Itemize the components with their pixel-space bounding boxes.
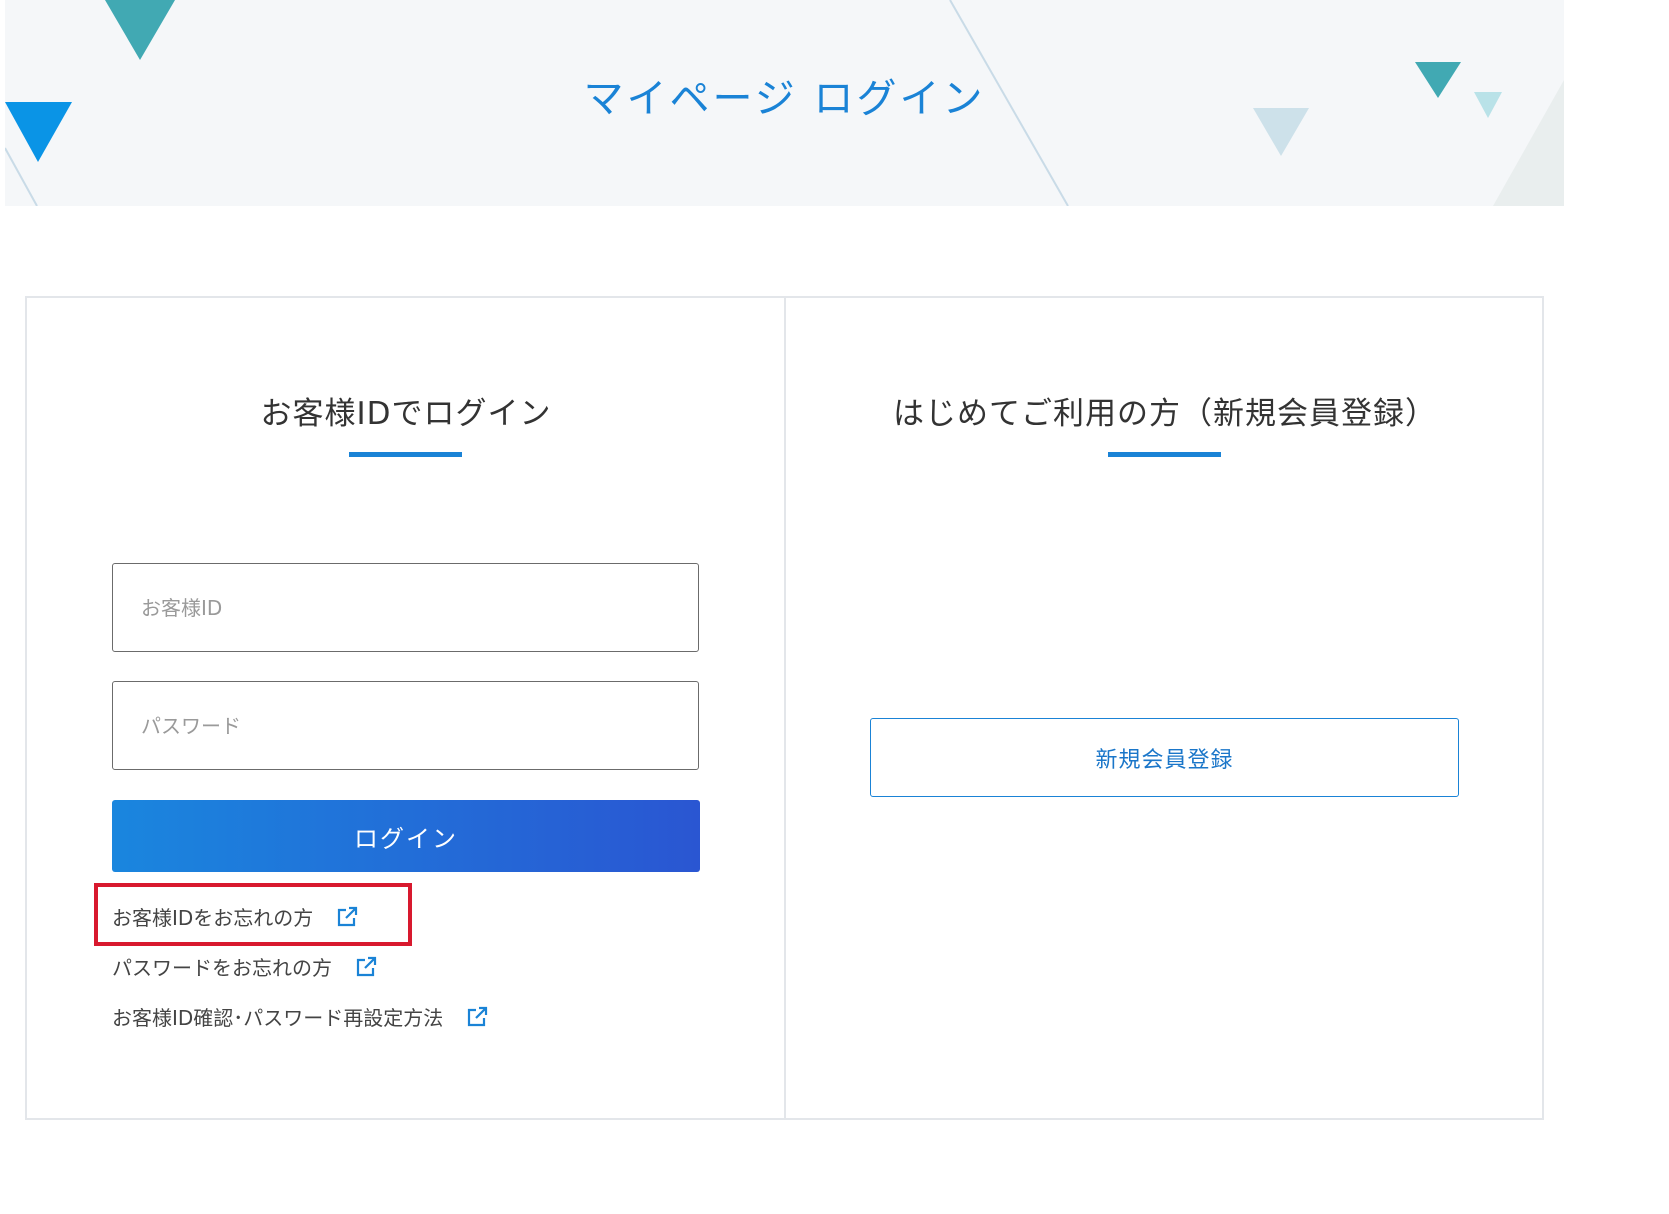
forgot-password-link[interactable]: パスワードをお忘れの方 xyxy=(112,952,378,981)
page-title: マイページ ログイン xyxy=(583,76,986,122)
highlight-box xyxy=(94,883,412,946)
reset-guide-link[interactable]: お客様ID確認･パスワード再設定方法 xyxy=(112,1002,489,1031)
reset-guide-label: お客様ID確認･パスワード再設定方法 xyxy=(112,1006,444,1030)
hero-banner: マイページ ログイン xyxy=(5,0,1564,206)
login-button[interactable]: ログイン xyxy=(112,800,700,872)
card-divider xyxy=(784,298,786,1118)
customer-id-input[interactable] xyxy=(112,563,699,652)
login-section-title: お客様IDでログイン xyxy=(260,396,552,432)
forgot-password-label: パスワードをお忘れの方 xyxy=(112,956,332,980)
register-section-title: はじめてご利用の方（新規会員登録） xyxy=(893,396,1437,432)
register-button[interactable]: 新規会員登録 xyxy=(870,718,1459,797)
external-link-icon xyxy=(468,1006,488,1026)
password-input[interactable] xyxy=(112,681,699,770)
external-link-icon xyxy=(356,956,377,976)
register-title-underline xyxy=(1108,452,1221,457)
login-title-underline xyxy=(349,452,462,457)
